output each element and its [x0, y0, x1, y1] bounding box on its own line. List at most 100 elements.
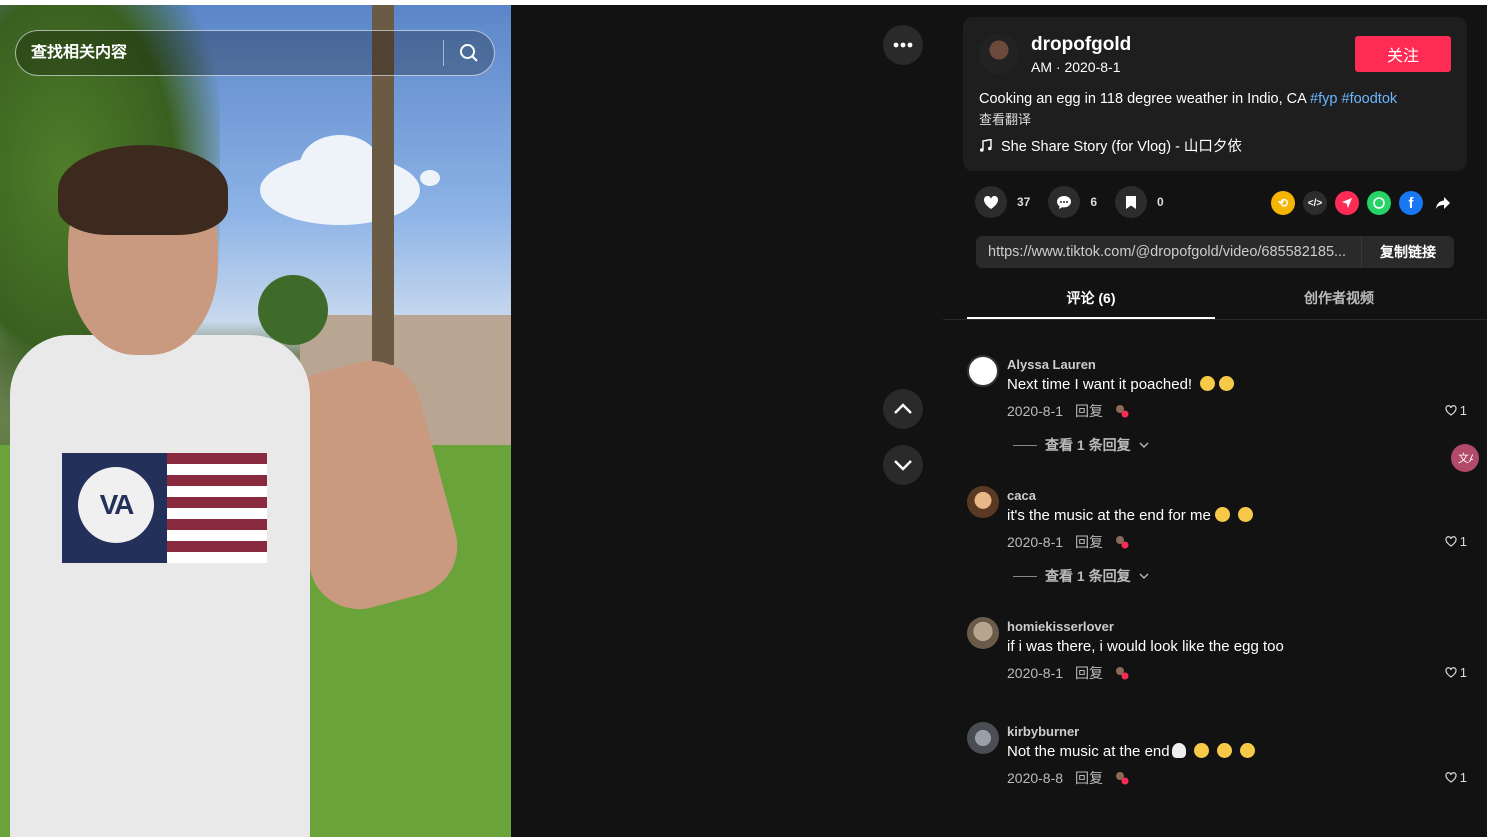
previous-video-button[interactable] [883, 389, 923, 429]
author-avatar[interactable] [979, 34, 1019, 74]
commenter-avatar[interactable] [967, 617, 999, 649]
facebook-icon[interactable]: f [1399, 191, 1423, 215]
comment-meta: 2020-8-1 回复 [1007, 401, 1129, 421]
chevron-down-icon [1139, 573, 1149, 579]
copy-link-button[interactable]: 复制链接 [1361, 236, 1454, 268]
video-link-box: https://www.tiktok.com/@dropofgold/video… [976, 236, 1454, 268]
video-link-text[interactable]: https://www.tiktok.com/@dropofgold/video… [976, 244, 1361, 260]
comment-item: homiekisserlover if i was there, i would… [967, 617, 1467, 697]
reply-button[interactable]: 回复 [1075, 768, 1103, 788]
comment-text: Next time I want it poached! [1007, 376, 1235, 393]
comment-item: caca it's the music at the end for me 20… [967, 486, 1467, 596]
commenter-name[interactable]: caca [1007, 488, 1036, 503]
commenter-avatar[interactable] [967, 722, 999, 754]
hashtag-foodtok[interactable]: #foodtok [1342, 91, 1398, 107]
embed-icon[interactable]: </> [1303, 191, 1327, 215]
tab-bar: 评论 (6) 创作者视频 [967, 287, 1463, 319]
comment-icon [1057, 195, 1072, 209]
author-name[interactable]: dropofgold [1031, 34, 1131, 56]
comment-text: if i was there, i would look like the eg… [1007, 638, 1284, 655]
follow-button[interactable]: 关注 [1355, 36, 1451, 72]
comment-like-count: 1 [1459, 403, 1467, 418]
emoji-icon [1240, 743, 1256, 758]
whatsapp-icon[interactable] [1367, 191, 1391, 215]
comment-like-button[interactable]: 1 [1445, 534, 1467, 549]
emoji-icon [1193, 743, 1209, 758]
reply-button[interactable]: 回复 [1075, 532, 1103, 552]
hashtag-fyp[interactable]: #fyp [1310, 91, 1337, 107]
author-meta: AM · 2020-8-1 [1031, 59, 1121, 75]
search-input[interactable] [16, 44, 443, 62]
repost-icon[interactable]: ⟲ [1271, 191, 1295, 215]
save-button[interactable] [1115, 186, 1148, 218]
svg-text:文A: 文A [1458, 451, 1473, 465]
comment-like-button[interactable]: 1 [1445, 665, 1467, 680]
heart-outline-icon [1445, 405, 1457, 416]
translate-float-button[interactable]: 文A [1451, 444, 1479, 472]
tab-comments[interactable]: 评论 (6) [967, 287, 1215, 319]
comment-meta: 2020-8-1 回复 [1007, 663, 1129, 683]
emoji-icon [1237, 507, 1253, 522]
translate-link[interactable]: 查看翻译 [979, 109, 1031, 128]
share-arrow-icon[interactable] [1431, 191, 1455, 215]
heart-icon [983, 195, 999, 209]
search-button[interactable] [444, 31, 494, 75]
comment-like-button[interactable]: 1 [1445, 770, 1467, 785]
reply-button[interactable]: 回复 [1075, 401, 1103, 421]
skull-emoji-icon [1171, 743, 1186, 758]
video-frame-shirt [10, 335, 310, 837]
video-frame-hair [58, 145, 228, 235]
commenter-avatar[interactable] [967, 355, 999, 387]
chevron-up-icon [894, 403, 912, 414]
music-note-icon [980, 138, 992, 152]
video-frame-palm-top [258, 275, 328, 345]
details-panel: dropofgold AM · 2020-8-1 关注 Cooking an e… [943, 5, 1487, 837]
view-replies-button[interactable]: 查看 1 条回复 [1013, 566, 1149, 586]
video-frame-logo: VA [78, 467, 154, 543]
search-icon [460, 44, 478, 62]
heart-outline-icon [1445, 772, 1457, 783]
comment-count: 6 [1090, 195, 1098, 209]
view-replies-label: 查看 1 条回复 [1045, 437, 1131, 453]
music-link[interactable]: She Share Story (for Vlog) - 山口夕依 [979, 135, 1242, 156]
view-replies-button[interactable]: 查看 1 条回复 [1013, 435, 1149, 455]
comment-button[interactable] [1048, 186, 1081, 218]
replies-dash [1013, 444, 1037, 446]
tab-creator-videos[interactable]: 创作者视频 [1215, 287, 1463, 319]
comment-date: 2020-8-1 [1007, 403, 1064, 419]
send-icon[interactable] [1335, 191, 1359, 215]
commenter-name[interactable]: Alyssa Lauren [1007, 357, 1096, 372]
emoji-icon [1216, 743, 1232, 758]
creator-liked-icon [1115, 771, 1129, 785]
action-bar: 37 6 0 [975, 186, 1182, 218]
comment-text: Not the music at the end [1007, 743, 1256, 760]
more-icon [893, 42, 913, 48]
creator-liked-icon [1115, 666, 1129, 680]
post-caption: Cooking an egg in 118 degree weather in … [979, 91, 1397, 107]
emoji-icon [1219, 376, 1235, 391]
commenter-name[interactable]: kirbyburner [1007, 724, 1079, 739]
commenter-name[interactable]: homiekisserlover [1007, 619, 1114, 634]
translate-icon: 文A [1458, 451, 1473, 465]
comment-like-count: 1 [1459, 665, 1467, 680]
view-replies-label: 查看 1 条回复 [1045, 568, 1131, 584]
heart-outline-icon [1445, 667, 1457, 678]
author-card: dropofgold AM · 2020-8-1 关注 Cooking an e… [963, 17, 1467, 171]
commenter-avatar[interactable] [967, 486, 999, 518]
creator-liked-icon [1115, 404, 1129, 418]
chevron-down-icon [894, 460, 912, 471]
search-bar [15, 30, 495, 76]
comment-date: 2020-8-1 [1007, 665, 1064, 681]
creator-liked-icon [1115, 535, 1129, 549]
like-button[interactable] [975, 186, 1007, 218]
heart-outline-icon [1445, 536, 1457, 547]
like-count: 37 [1017, 195, 1031, 209]
share-row: ⟲ </> f [1271, 191, 1455, 215]
next-video-button[interactable] [883, 445, 923, 485]
comment-item: kirbyburner Not the music at the end 202… [967, 722, 1467, 802]
video-player[interactable]: VA [0, 5, 511, 837]
save-count: 0 [1157, 195, 1164, 209]
comment-like-button[interactable]: 1 [1445, 403, 1467, 418]
more-options-button[interactable] [883, 25, 923, 65]
reply-button[interactable]: 回复 [1075, 663, 1103, 683]
